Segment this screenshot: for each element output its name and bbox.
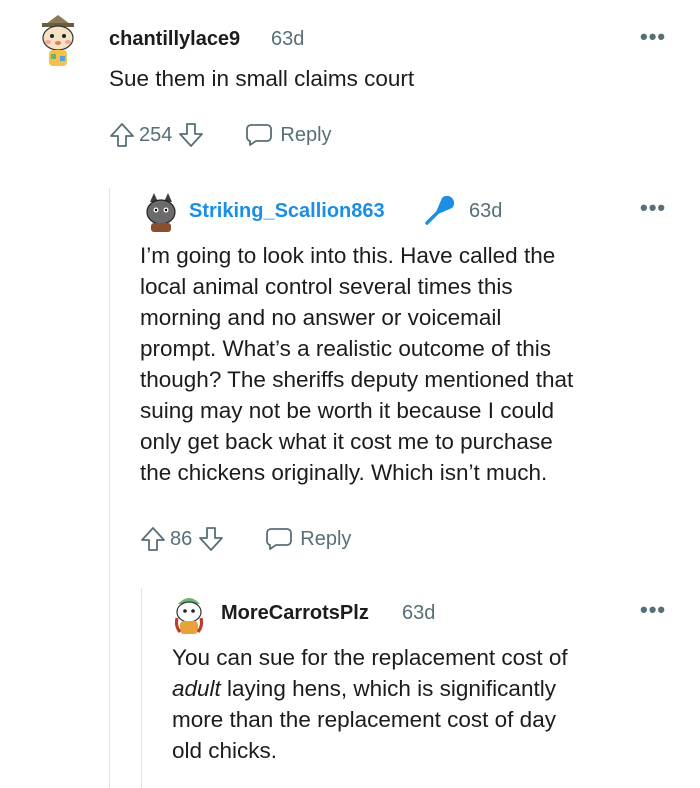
comment-actions: 86 Reply	[140, 526, 351, 552]
body-line: old chicks.	[172, 738, 278, 763]
vote-count: 86	[170, 527, 193, 550]
vote-count: 254	[139, 123, 173, 146]
body-line: local animal control several times this	[140, 274, 513, 299]
username[interactable]: chantillylace9	[109, 28, 240, 51]
snoo-avatar-icon	[146, 193, 176, 232]
thread-line-level1[interactable]	[109, 188, 110, 788]
reply-label: Reply	[280, 123, 332, 146]
comment-bubble-icon	[246, 124, 273, 146]
body-line: morning and no answer or voicemail	[140, 305, 502, 330]
avatar[interactable]	[172, 592, 206, 636]
comment-body: Sue them in small claims court	[109, 66, 415, 91]
body-line: prompt. What’s a realistic outcome of th…	[140, 336, 551, 361]
more-options-icon[interactable]: •••	[640, 597, 666, 623]
snoo-avatar-icon	[42, 15, 74, 66]
more-options-icon[interactable]: •••	[640, 195, 666, 221]
body-line: adult laying hens, which is significantl…	[172, 673, 692, 704]
more-options-icon[interactable]: •••	[640, 24, 666, 50]
microphone-flair-icon	[425, 195, 455, 225]
reply-label: Reply	[300, 527, 352, 550]
snoo-avatar-icon	[174, 598, 204, 634]
avatar[interactable]	[36, 12, 80, 70]
body-line: more than the replacement cost of day	[172, 707, 556, 732]
body-line: the chickens originally. Which isn’t muc…	[140, 460, 548, 485]
upvote-icon[interactable]	[109, 122, 135, 148]
comment-actions: 254 Reply	[109, 122, 332, 148]
reply-button[interactable]: Reply	[266, 527, 351, 551]
avatar[interactable]	[142, 192, 180, 232]
upvote-icon[interactable]	[140, 526, 166, 552]
comment-body: I’m going to look into this. Have called…	[140, 240, 690, 488]
timestamp: 63d	[469, 200, 503, 222]
emphasis-text: adult	[172, 676, 221, 701]
reply-button[interactable]: Reply	[246, 123, 332, 147]
username[interactable]: MoreCarrotsPlz	[221, 602, 369, 625]
comment-bubble-icon	[266, 528, 293, 550]
timestamp: 63d	[402, 602, 436, 624]
downvote-icon[interactable]	[178, 122, 204, 148]
downvote-icon[interactable]	[198, 526, 224, 552]
thread-line-level2[interactable]	[141, 588, 142, 788]
username-op[interactable]: Striking_Scallion863	[189, 200, 385, 223]
body-line: suing may not be worth it because I coul…	[140, 398, 554, 423]
timestamp: 63d	[271, 28, 305, 50]
comment-body: You can sue for the replacement cost of …	[172, 642, 692, 766]
body-line: You can sue for the replacement cost of	[172, 645, 568, 670]
body-line: though? The sheriffs deputy mentioned th…	[140, 367, 574, 392]
body-line-rest: laying hens, which is significantly	[220, 676, 556, 701]
body-line: I’m going to look into this. Have called…	[140, 243, 556, 268]
body-line: only get back what it cost me to purchas…	[140, 429, 553, 454]
